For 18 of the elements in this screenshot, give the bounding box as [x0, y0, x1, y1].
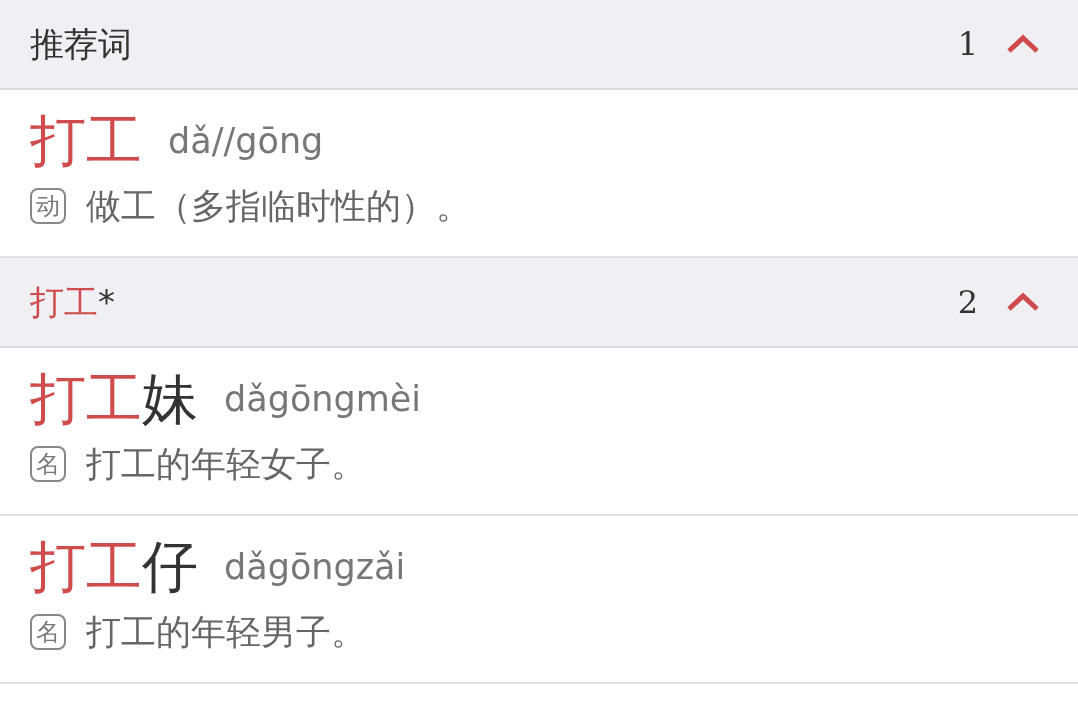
result-count: 1	[957, 24, 978, 65]
pinyin: dǎgōngmèi	[224, 377, 422, 421]
part-of-speech-tag: 动	[30, 187, 66, 224]
part-of-speech-tag: 名	[30, 613, 66, 650]
section-title: 推荐词	[30, 27, 132, 61]
definition: 打工的年轻男子。	[86, 610, 366, 654]
headword: 打工妹	[30, 368, 198, 430]
definition: 打工的年轻女子。	[86, 442, 366, 486]
section-title: 打工*	[30, 285, 115, 319]
chevron-up-icon[interactable]	[1006, 292, 1040, 312]
pinyin: dǎ//gōng	[168, 119, 324, 163]
chevron-up-icon[interactable]	[1006, 34, 1040, 54]
part-of-speech-tag: 名	[30, 445, 66, 482]
headword: 打工仔	[30, 536, 198, 598]
definition: 做工（多指临时性的）。	[86, 184, 471, 228]
pinyin: dǎgōngzǎi	[224, 545, 406, 589]
result-count: 2	[957, 282, 978, 323]
headword: 打工	[30, 110, 142, 172]
